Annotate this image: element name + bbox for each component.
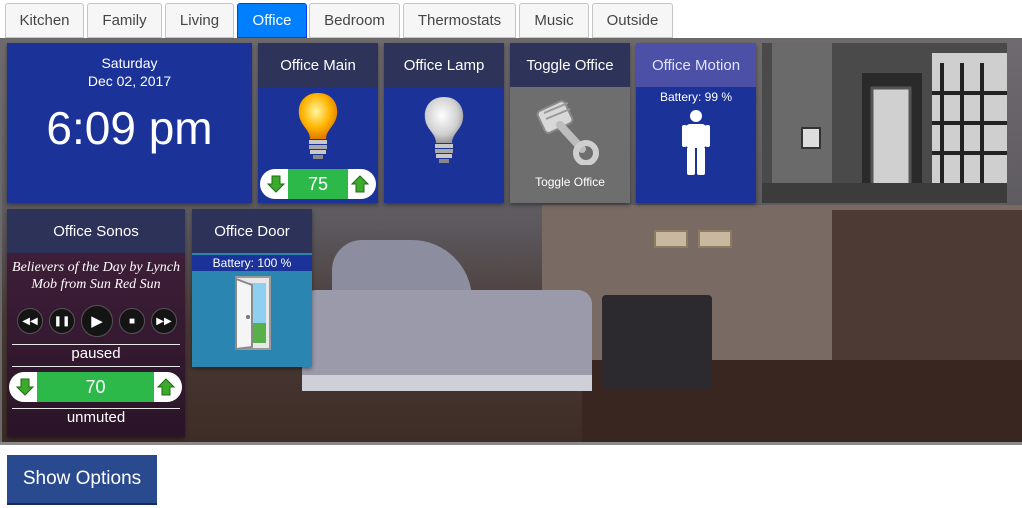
clock-day: Saturday bbox=[101, 55, 158, 71]
switch-body[interactable]: 75 bbox=[258, 87, 378, 203]
office-main-level-control: 75 bbox=[260, 169, 376, 199]
tile-title: Toggle Office bbox=[510, 43, 630, 87]
lit-bulb-icon bbox=[294, 91, 342, 168]
background-outlet bbox=[698, 230, 732, 248]
sonos-track-title: Believers of the Day by Lynch Mob from S… bbox=[12, 260, 180, 292]
tab-office[interactable]: Office bbox=[237, 3, 307, 38]
tab-living[interactable]: Living bbox=[165, 3, 234, 38]
toggle-body[interactable]: Toggle Office bbox=[510, 87, 630, 203]
green-down-arrow-icon bbox=[15, 378, 35, 396]
office-main-tile[interactable]: Office Main 75 bbox=[258, 43, 378, 203]
stop-button[interactable]: ■ bbox=[119, 308, 145, 334]
level-down-button[interactable] bbox=[264, 172, 288, 196]
tile-title: Office Main bbox=[258, 43, 378, 87]
door-battery: Battery: 100 % bbox=[192, 255, 312, 271]
office-main-level-value: 75 bbox=[288, 169, 348, 199]
office-door-tile: Office Door Battery: 100 % bbox=[192, 209, 312, 367]
rewind-icon: ◀◀ bbox=[22, 315, 38, 327]
pause-icon: ❚❚ bbox=[53, 315, 71, 327]
motion-body: Battery: 99 % bbox=[636, 87, 756, 203]
play-button[interactable]: ▶ bbox=[81, 305, 113, 337]
green-up-arrow-icon bbox=[156, 378, 176, 396]
fast-forward-button[interactable]: ▶▶ bbox=[151, 308, 177, 334]
background-bin bbox=[602, 295, 712, 390]
motion-battery: Battery: 99 % bbox=[659, 90, 733, 104]
camera-image[interactable] bbox=[762, 43, 1007, 203]
toggle-office-tile[interactable]: Toggle Office Toggle Office bbox=[510, 43, 630, 203]
green-up-arrow-icon bbox=[350, 175, 370, 193]
play-icon: ▶ bbox=[91, 313, 103, 330]
background-outlet bbox=[654, 230, 688, 248]
sonos-volume-value: 70 bbox=[37, 372, 154, 402]
switch-body[interactable] bbox=[384, 87, 504, 203]
clock-date: Dec 02, 2017 bbox=[87, 73, 172, 89]
office-sonos-tile: Office Sonos Believers of the Day by Lyn… bbox=[7, 209, 185, 437]
stop-icon: ■ bbox=[128, 315, 136, 327]
background-sofa bbox=[302, 290, 592, 380]
tile-title: Office Door bbox=[192, 209, 312, 253]
rewind-button[interactable]: ◀◀ bbox=[17, 308, 43, 334]
tab-music[interactable]: Music bbox=[519, 3, 589, 38]
tab-kitchen[interactable]: Kitchen bbox=[5, 3, 84, 38]
office-lamp-tile[interactable]: Office Lamp bbox=[384, 43, 504, 203]
volume-down-button[interactable] bbox=[13, 375, 37, 399]
sonos-transport-controls: ◀◀ ❚❚ ▶ ■ ▶▶ bbox=[17, 304, 177, 338]
divider bbox=[12, 366, 180, 367]
piston-icon bbox=[536, 95, 602, 170]
camera-scene bbox=[762, 43, 1007, 203]
office-motion-tile: Office Motion Battery: 99 % bbox=[636, 43, 756, 203]
person-icon bbox=[681, 109, 711, 182]
sonos-mute-status[interactable]: unmuted bbox=[7, 409, 185, 426]
door-body: Battery: 100 % bbox=[192, 253, 312, 367]
volume-up-button[interactable] bbox=[154, 375, 178, 399]
open-door-icon bbox=[230, 275, 276, 356]
background-sofa-base bbox=[302, 375, 592, 391]
tile-title: Office Motion bbox=[636, 43, 756, 87]
toggle-office-label: Toggle Office bbox=[535, 175, 605, 189]
pause-button[interactable]: ❚❚ bbox=[49, 308, 75, 334]
background-cabinet bbox=[832, 210, 1022, 385]
clock-tile: Saturday Dec 02, 2017 6:09 pm bbox=[7, 43, 252, 203]
green-down-arrow-icon bbox=[266, 175, 286, 193]
tab-thermostats[interactable]: Thermostats bbox=[403, 3, 516, 38]
sonos-volume-control: 70 bbox=[9, 372, 182, 402]
sonos-status[interactable]: paused bbox=[7, 345, 185, 362]
tab-bedroom[interactable]: Bedroom bbox=[309, 3, 400, 38]
show-options-button[interactable]: Show Options bbox=[7, 455, 157, 505]
tab-family[interactable]: Family bbox=[87, 3, 162, 38]
tile-title: Office Lamp bbox=[384, 43, 504, 87]
tab-outside[interactable]: Outside bbox=[592, 3, 673, 38]
dashboard: Kitchen Family Living Office Bedroom The… bbox=[0, 0, 1022, 508]
room-tab-bar: Kitchen Family Living Office Bedroom The… bbox=[0, 0, 1022, 40]
level-up-button[interactable] bbox=[348, 172, 372, 196]
room-panel: Saturday Dec 02, 2017 6:09 pm Office Mai… bbox=[0, 38, 1022, 452]
panel-bottom-edge bbox=[0, 442, 1022, 452]
clock-time: 6:09 pm bbox=[46, 102, 213, 154]
unlit-bulb-icon bbox=[420, 95, 468, 172]
fast-forward-icon: ▶▶ bbox=[156, 315, 172, 327]
tile-title: Office Sonos bbox=[7, 209, 185, 253]
